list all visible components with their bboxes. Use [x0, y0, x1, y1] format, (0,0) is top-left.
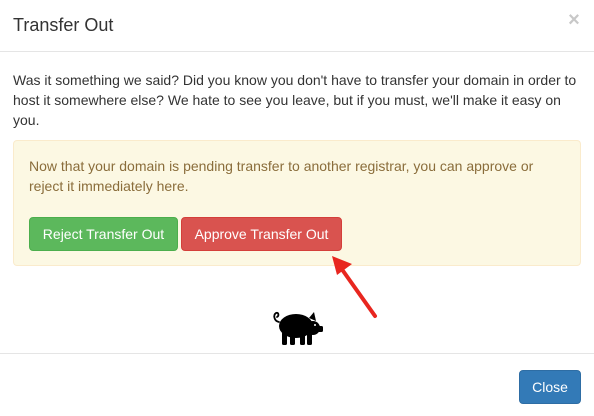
approve-transfer-out-button[interactable]: Approve Transfer Out [181, 217, 342, 251]
modal-title: Transfer Out [13, 15, 114, 35]
modal-header: Transfer Out × [0, 0, 594, 52]
transfer-out-modal: Transfer Out × Was it something we said?… [0, 0, 594, 416]
close-button[interactable]: Close [519, 370, 581, 404]
pig-icon [273, 311, 323, 345]
close-icon[interactable]: × [566, 10, 582, 30]
pending-transfer-alert: Now that your domain is pending transfer… [13, 140, 581, 266]
alert-text: Now that your domain is pending transfer… [29, 158, 534, 194]
reject-transfer-out-button[interactable]: Reject Transfer Out [29, 217, 178, 251]
intro-text: Was it something we said? Did you know y… [13, 72, 577, 128]
modal-footer: Close [0, 353, 594, 416]
red-arrow-icon [332, 256, 377, 318]
